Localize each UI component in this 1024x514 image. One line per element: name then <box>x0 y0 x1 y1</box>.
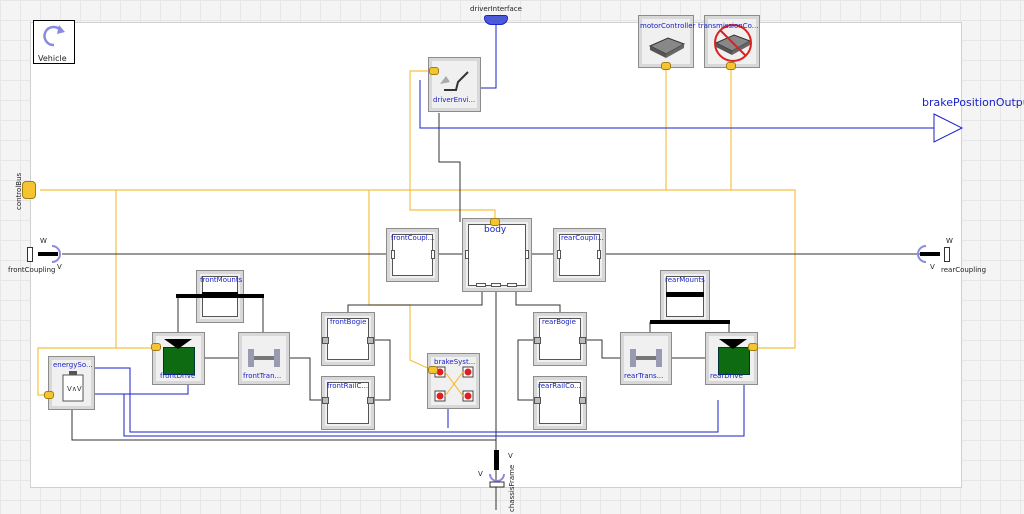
front-drive-motor <box>163 347 195 375</box>
front-coupling-connector[interactable] <box>27 247 33 262</box>
control-bus-label: controlBus <box>15 172 23 210</box>
rear-coupling-block-port-right[interactable] <box>597 250 601 259</box>
bogie-rail-front <box>373 339 391 401</box>
brake-output-line <box>419 80 934 129</box>
trans-to-bogie-front <box>287 357 323 401</box>
front-coupling-block-label: frontCoupl... <box>391 234 435 242</box>
driver-environment-bus-port[interactable] <box>429 67 439 75</box>
body-to-driver <box>438 113 461 222</box>
vehicle-rotation-icon <box>43 25 65 47</box>
energy-ground <box>71 406 496 441</box>
front-coupling-rotation-icon <box>38 245 61 263</box>
control-bus-connector[interactable] <box>22 181 36 199</box>
trans-to-bogie-rear <box>585 339 622 359</box>
rear-mounts-bar <box>666 292 704 297</box>
front-drive-label: frontDrive <box>160 372 196 380</box>
rear-coupling-block-port-left[interactable] <box>557 250 561 259</box>
svg-text:V∧V: V∧V <box>67 385 82 393</box>
rear-mounts-connector-bar <box>650 320 730 324</box>
front-coupling-block-port-right[interactable] <box>431 250 435 259</box>
motor-controller-label: motorController <box>640 22 696 30</box>
battery-icon: V∧V <box>62 371 84 402</box>
transmission-controller-label: transmissionCo... <box>698 22 759 30</box>
front-rail-contact-label: frontRailC... <box>327 382 369 390</box>
front-coupling-v-label: V <box>57 263 62 271</box>
rear-bogie-label: rearBogie <box>542 318 576 326</box>
body-port-bottom-2[interactable] <box>491 283 501 287</box>
rear-rail-contact-port-left[interactable] <box>534 397 541 404</box>
body-port-bottom-3[interactable] <box>507 283 517 287</box>
rear-coupling-connector[interactable] <box>944 247 950 262</box>
gear-icon <box>248 349 280 367</box>
front-bogie-port-right[interactable] <box>367 337 374 344</box>
front-coupling-label: frontCoupling <box>8 266 56 274</box>
diagram-canvas: Vehicle driverInterface motorController … <box>0 0 1024 514</box>
body-port-right[interactable] <box>525 250 529 259</box>
driver-interface-label: driverInterface <box>470 5 522 13</box>
front-rail-contact-port-right[interactable] <box>367 397 374 404</box>
rear-rail-contact-label: rearRailCo... <box>538 382 581 390</box>
rear-drive-cap <box>719 339 747 349</box>
brake-position-output-label: brakePositionOutput <box>922 96 1024 109</box>
driver-seat-icon <box>440 71 469 91</box>
brake-system-bus-port[interactable] <box>428 366 438 374</box>
front-mounts-connector-bar <box>176 294 264 298</box>
driver-environment-label: driverEnvi... <box>433 96 476 104</box>
motor-controller-bus-port[interactable] <box>661 62 671 70</box>
rear-bogie-port-right[interactable] <box>579 337 586 344</box>
vehicle-label: Vehicle <box>38 54 67 63</box>
front-bogie-port-left[interactable] <box>322 337 329 344</box>
rear-coupling-w-label: W <box>946 237 953 245</box>
chassis-frame-v-left: V <box>478 470 483 478</box>
rear-bogie-port-left[interactable] <box>534 337 541 344</box>
rear-coupling-label: rearCoupling <box>941 266 987 274</box>
rear-mounts-label: rearMounts <box>665 276 705 284</box>
brake-system-label: brakeSyst... <box>434 358 476 366</box>
body-port-left[interactable] <box>465 250 469 259</box>
front-coupling-w-label: W <box>40 237 47 245</box>
front-rail-contact-port-left[interactable] <box>322 397 329 404</box>
body-bus-port[interactable] <box>490 218 500 226</box>
rear-coupling-block-label: rearCoupli... <box>561 234 604 242</box>
rear-drive-bus-port[interactable] <box>748 343 758 351</box>
chassis-frame-v-right: V <box>508 452 513 460</box>
energy-source-label: energySo... <box>53 361 93 369</box>
rear-coupling-v-label: V <box>930 263 935 271</box>
front-transmission-label: frontTran... <box>243 372 282 380</box>
rear-coupling-rotation-icon <box>917 245 940 263</box>
front-mounts-label: frontMounts <box>200 276 243 284</box>
front-drive-cap <box>164 339 192 349</box>
front-drive-bus-port[interactable] <box>151 343 161 351</box>
gear-icon-rear <box>630 349 662 367</box>
bus-to-energy <box>115 190 155 349</box>
vehicle-icon: Vehicle <box>33 20 75 64</box>
rear-drive-motor <box>718 347 750 375</box>
body-port-bottom-1[interactable] <box>476 283 486 287</box>
chassis-frame-label: chassisFrame <box>508 464 516 512</box>
transmission-controller-bus-port[interactable] <box>726 62 736 70</box>
body-label: body <box>484 225 507 235</box>
front-coupling-block-port-left[interactable] <box>391 250 395 259</box>
chip-icon <box>648 37 686 58</box>
brake-output-triangle <box>933 113 964 143</box>
rear-rail-contact-port-right[interactable] <box>579 397 586 404</box>
front-bogie-label: frontBogie <box>330 318 367 326</box>
rear-transmission-label: rearTrans... <box>624 372 664 380</box>
energy-source-bus-port[interactable] <box>44 391 54 399</box>
driver-interface-connector[interactable] <box>484 15 508 25</box>
rear-drive-label: rearDrive <box>710 372 743 380</box>
